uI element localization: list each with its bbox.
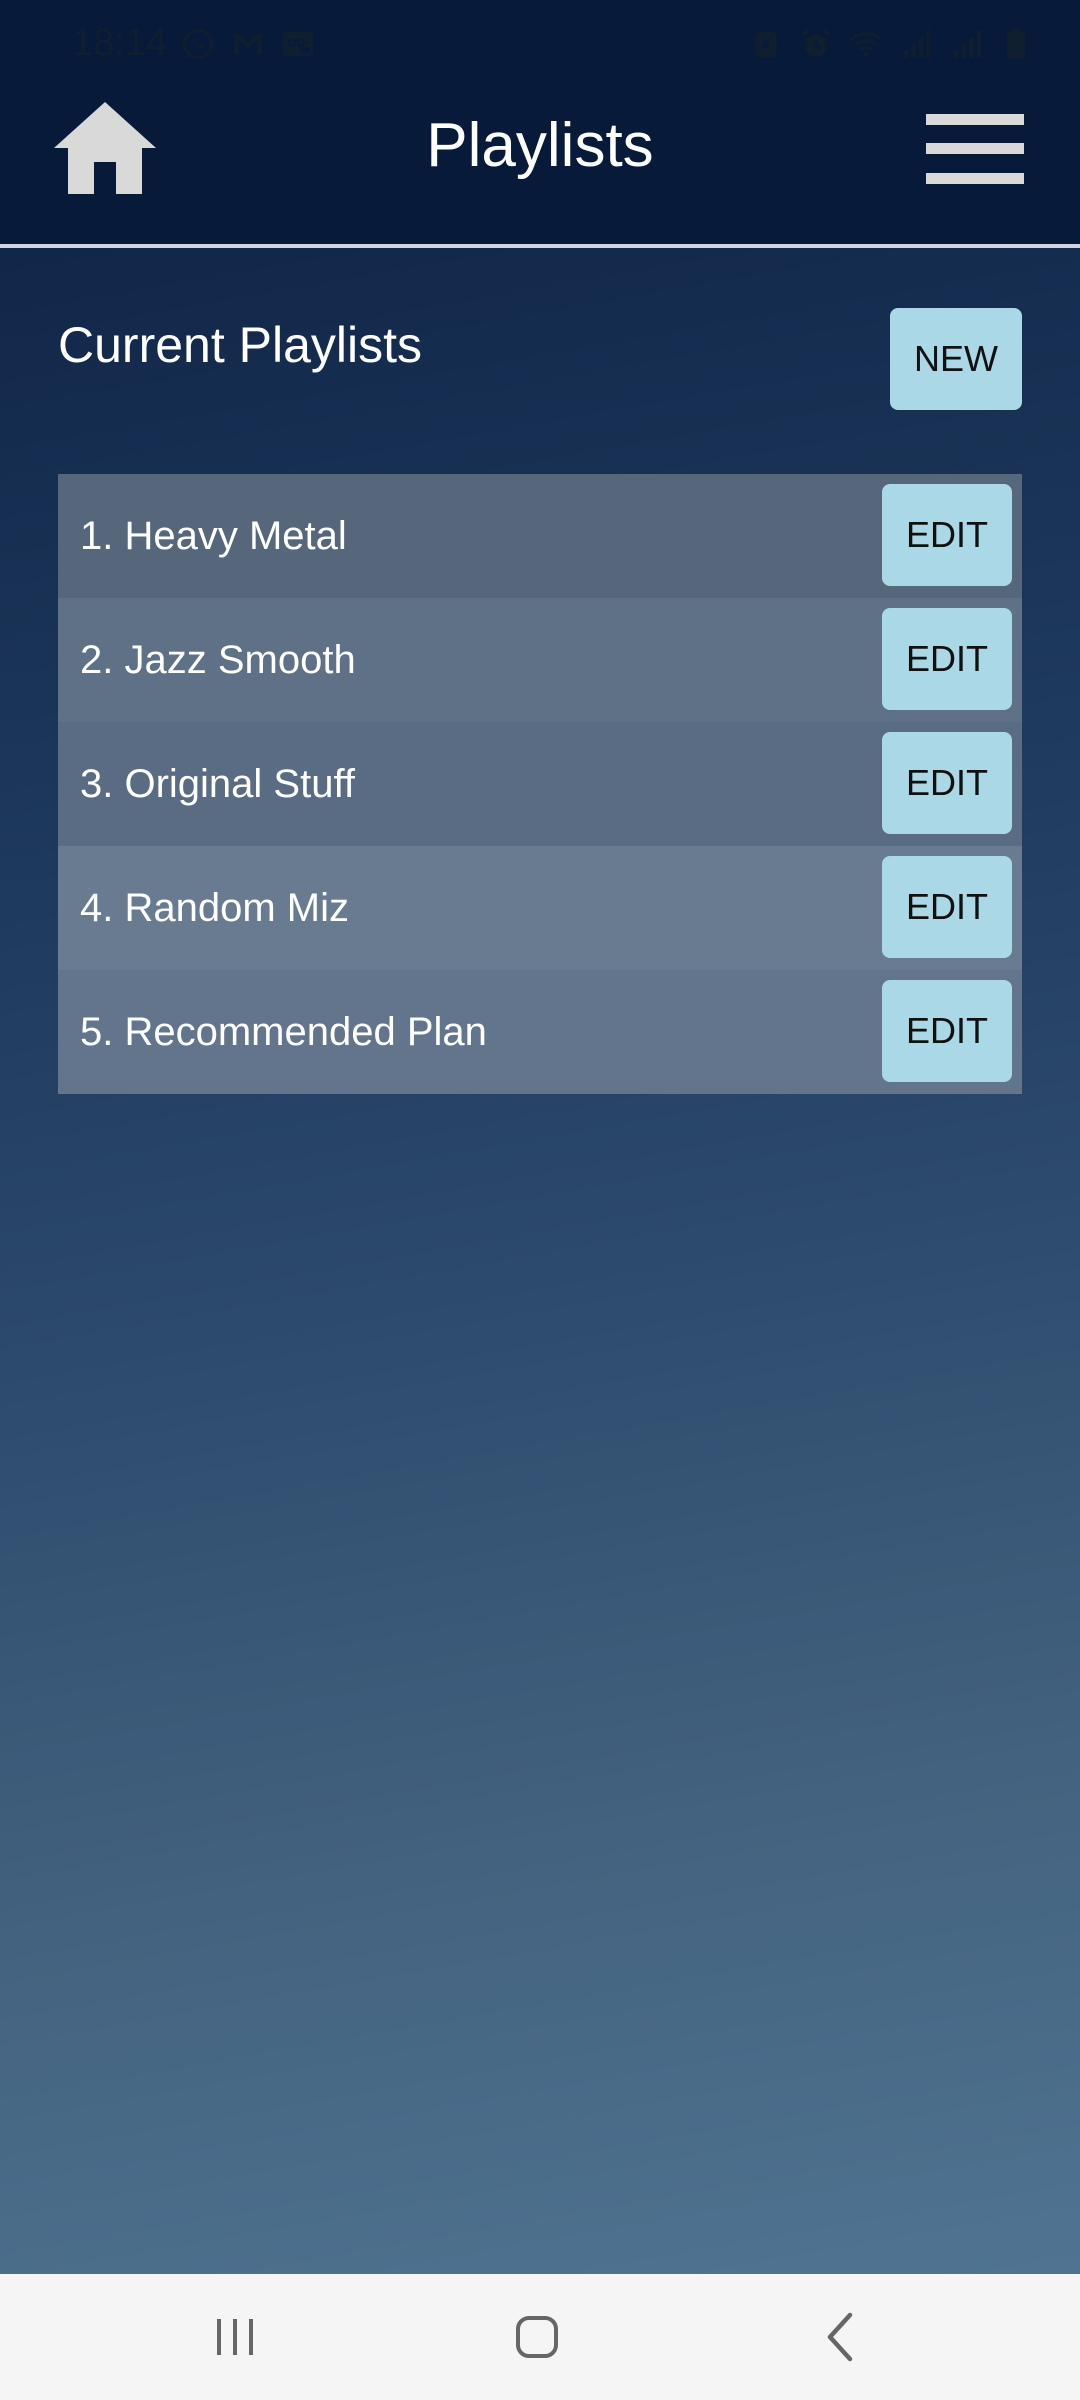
status-time: 18:14 bbox=[72, 22, 168, 64]
hamburger-menu-icon bbox=[926, 114, 1024, 125]
playlist-label: 2. Jazz Smooth bbox=[80, 638, 356, 682]
playlist-label: 5. Recommended Plan bbox=[80, 1010, 487, 1054]
edit-button[interactable]: EDIT bbox=[882, 980, 1012, 1082]
playlist-row[interactable]: 2. Jazz Smooth EDIT bbox=[58, 598, 1022, 722]
status-right-icons bbox=[748, 26, 1034, 62]
edit-button[interactable]: EDIT bbox=[882, 732, 1012, 834]
gmail-icon bbox=[234, 33, 262, 55]
playlist-label: 4. Random Miz bbox=[80, 886, 349, 930]
voicemail-icon bbox=[283, 32, 313, 56]
playlist-row[interactable]: 1. Heavy Metal EDIT bbox=[58, 474, 1022, 598]
system-nav-bar bbox=[0, 2274, 1080, 2400]
alarm-icon bbox=[801, 29, 831, 57]
playlist-list: 1. Heavy Metal EDIT 2. Jazz Smooth EDIT … bbox=[58, 474, 1022, 1094]
edit-button[interactable]: EDIT bbox=[882, 608, 1012, 710]
status-bar: 18:14 bbox=[0, 0, 1080, 88]
playlist-row[interactable]: 5. Recommended Plan EDIT bbox=[58, 970, 1022, 1094]
header-divider bbox=[0, 244, 1080, 248]
playlist-label: 3. Original Stuff bbox=[80, 762, 355, 806]
back-icon[interactable] bbox=[806, 2302, 876, 2372]
section-title: Current Playlists bbox=[58, 317, 422, 373]
home-button[interactable] bbox=[52, 100, 158, 196]
menu-button[interactable] bbox=[926, 114, 1024, 184]
whatsapp-icon bbox=[182, 28, 214, 60]
status-left-icons bbox=[180, 26, 316, 62]
new-playlist-button[interactable]: NEW bbox=[890, 308, 1022, 410]
recent-apps-icon[interactable] bbox=[200, 2302, 270, 2372]
playlist-label: 1. Heavy Metal bbox=[80, 514, 347, 558]
home-icon bbox=[54, 102, 156, 194]
edit-button[interactable]: EDIT bbox=[882, 484, 1012, 586]
playlist-row[interactable]: 4. Random Miz EDIT bbox=[58, 846, 1022, 970]
wifi-icon bbox=[849, 32, 883, 58]
playlist-row[interactable]: 3. Original Stuff EDIT bbox=[58, 722, 1022, 846]
hamburger-menu-icon bbox=[926, 173, 1024, 184]
home-circle-icon[interactable] bbox=[502, 2302, 572, 2372]
signal-icon bbox=[904, 30, 931, 58]
signal-icon bbox=[954, 30, 981, 58]
lock-icon bbox=[755, 32, 777, 58]
edit-button[interactable]: EDIT bbox=[882, 856, 1012, 958]
battery-icon bbox=[1007, 29, 1025, 59]
app-header bbox=[0, 88, 1080, 244]
hamburger-menu-icon bbox=[926, 143, 1024, 154]
